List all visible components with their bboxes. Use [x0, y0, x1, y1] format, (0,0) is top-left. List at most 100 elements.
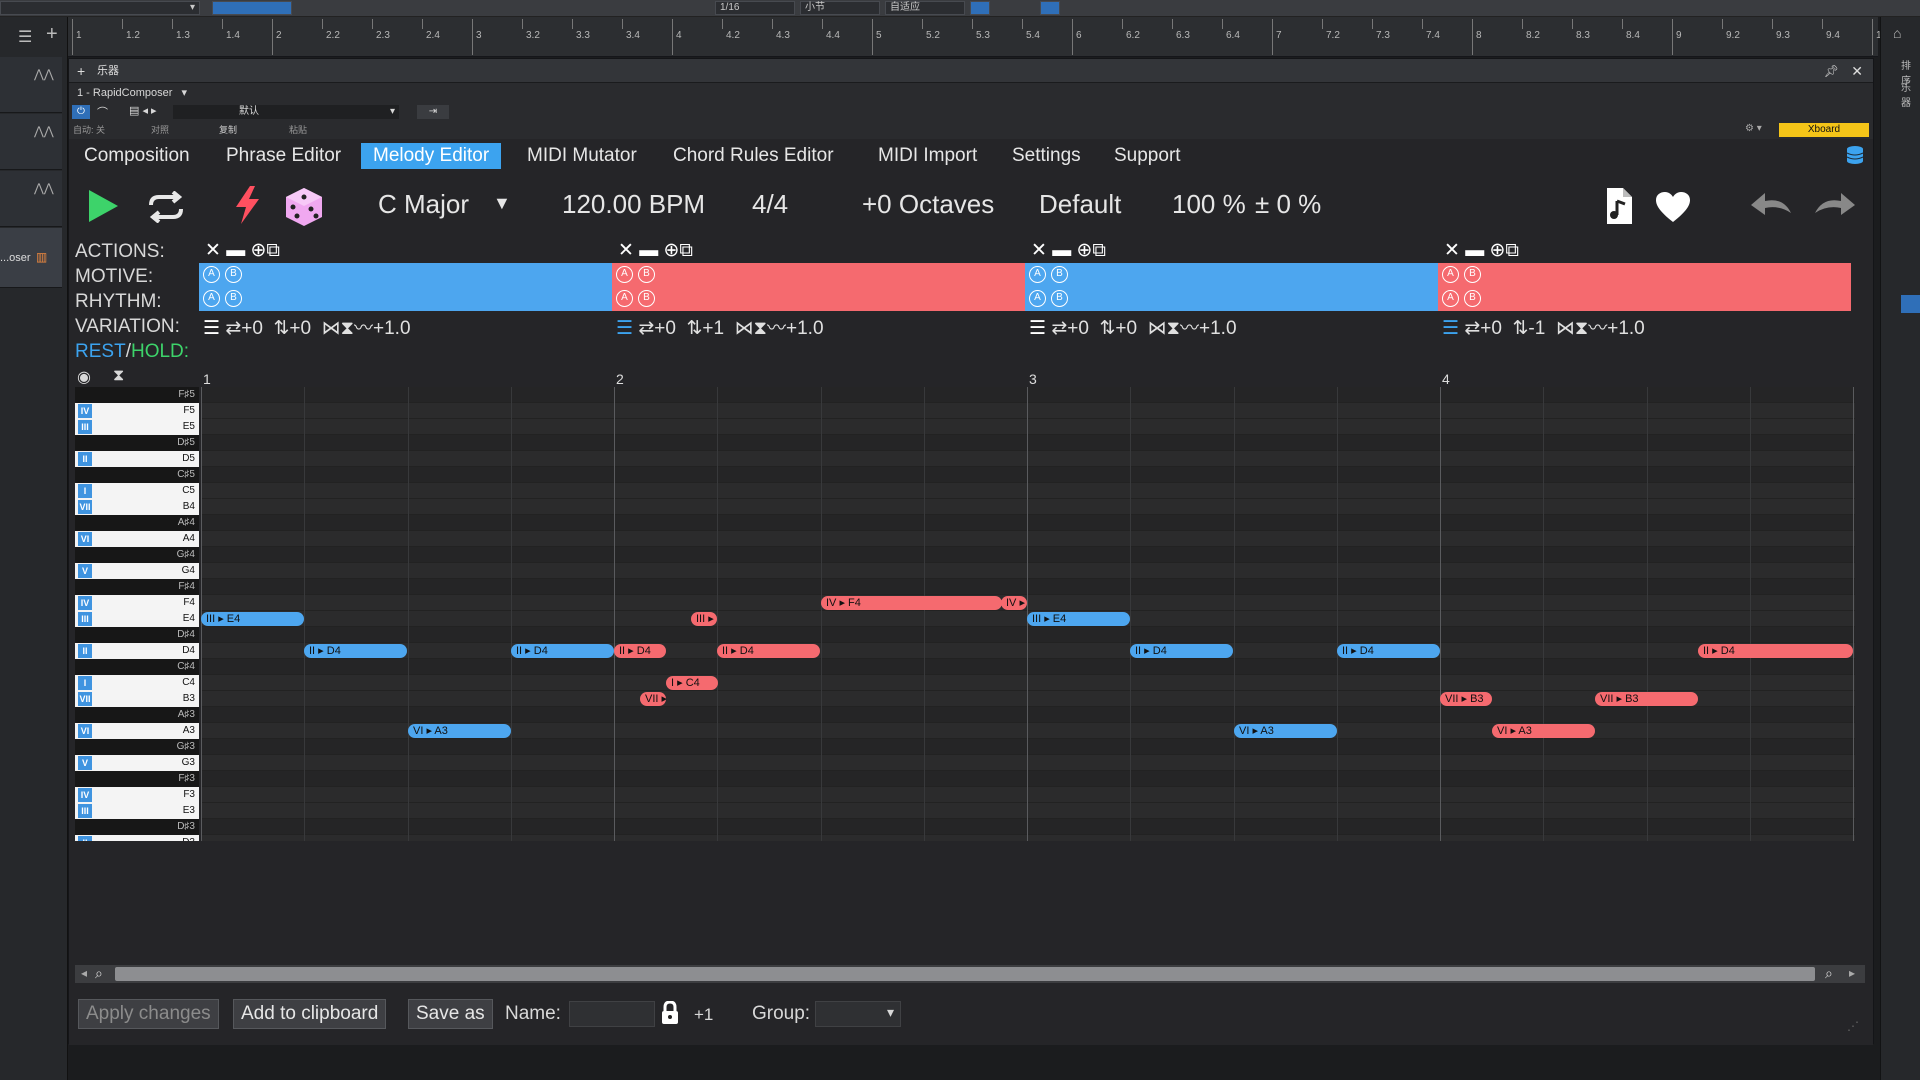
list-icon[interactable]: ☰ [616, 318, 633, 339]
host-toggle[interactable] [1040, 1, 1060, 15]
tab-midi-import[interactable]: MIDI Import [866, 143, 989, 169]
time-signature[interactable]: 4/4 [752, 189, 788, 220]
note[interactable]: VII ▸ [640, 692, 666, 706]
motive-b-button[interactable]: B [638, 266, 655, 283]
heart-icon[interactable] [1655, 191, 1691, 228]
snap-toggle[interactable] [970, 1, 990, 15]
hourglass-icon[interactable]: ⧗ [1575, 318, 1588, 339]
collapse-icon[interactable]: ▬ [639, 240, 658, 261]
invert-icon[interactable]: ⇅ [1512, 318, 1528, 339]
motive-b-button[interactable]: B [225, 266, 242, 283]
tab-melody-editor[interactable]: Melody Editor [361, 143, 502, 169]
scroll-indicator[interactable] [1901, 295, 1920, 313]
delete-icon[interactable]: ✕ [618, 240, 634, 261]
piano-key[interactable]: C♯5 [75, 467, 199, 483]
horizontal-scrollbar[interactable]: ◂ ⌕ ⌕ ▸ [75, 965, 1865, 983]
note-grid[interactable]: III ▸ E4 II ▸ D4 VI ▸ A3 II ▸ D4 II ▸ D4 VII … [201, 387, 1855, 841]
piano-key[interactable]: F♯4 [75, 579, 199, 595]
group-select[interactable]: ▾ [815, 1001, 901, 1027]
motive-b-button[interactable]: B [1051, 266, 1068, 283]
piano-key[interactable]: V G3 [75, 755, 199, 771]
copy-button[interactable]: 复制 [219, 123, 237, 136]
home-icon[interactable]: ⌂ [1893, 25, 1901, 41]
play-icon[interactable] [87, 189, 119, 228]
piano-key[interactable]: G♯3 [75, 739, 199, 755]
track-row[interactable]: ⋀⋀ [0, 114, 62, 170]
delete-icon[interactable]: ✕ [205, 240, 221, 261]
expand-icon[interactable]: 〰 [1588, 318, 1607, 339]
note[interactable]: VII ▸ B3 [1595, 692, 1698, 706]
rhythm-a-button[interactable]: A [1442, 290, 1459, 307]
tab-chord-rules-editor[interactable]: Chord Rules Editor [661, 143, 846, 169]
apply-changes-button[interactable]: Apply changes [78, 999, 219, 1029]
auto-off-button[interactable]: 自动: 关 [73, 123, 105, 136]
piano-key[interactable]: VII B4 [75, 499, 199, 515]
piano-key[interactable]: A♯3 [75, 707, 199, 723]
tab-settings[interactable]: Settings [1000, 143, 1093, 169]
zoom-in-icon[interactable]: ⌕ [1825, 965, 1833, 982]
style-select[interactable]: Default [1039, 189, 1121, 220]
rhythm-a-button[interactable]: A [1029, 290, 1046, 307]
motive-bar[interactable]: AB [1025, 263, 1438, 287]
note[interactable]: IV ▸ F4 [821, 596, 1002, 610]
piano-key[interactable]: D♯3 [75, 819, 199, 835]
piano-key[interactable]: III E5 [75, 419, 199, 435]
piano-key[interactable]: V G4 [75, 563, 199, 579]
piano-key[interactable]: F♯3 [75, 771, 199, 787]
hourglass-icon[interactable]: ⧗ [341, 318, 354, 339]
rhythm-b-button[interactable]: B [638, 290, 655, 307]
lock-icon[interactable] [661, 1000, 679, 1030]
tab-phrase-editor[interactable]: Phrase Editor [214, 143, 353, 169]
motive-bar[interactable]: AB [199, 263, 612, 287]
expand-value[interactable]: +1.0 [786, 318, 824, 339]
transpose-icon[interactable]: ⇄ [1051, 318, 1067, 339]
preset-nav[interactable]: ▤ ◂ ▸ [129, 104, 157, 117]
gear-icon[interactable]: ⚙ ▾ [1745, 123, 1762, 134]
add-to-clipboard-button[interactable]: Add to clipboard [233, 999, 387, 1029]
transpose-icon[interactable]: ⇄ [225, 318, 241, 339]
midi-file-icon[interactable] [1605, 187, 1633, 230]
duplicate-icon[interactable]: ⧉ [1505, 240, 1519, 261]
piano-key[interactable]: II D4 [75, 643, 199, 659]
motive-a-button[interactable]: A [1442, 266, 1459, 283]
note[interactable]: I ▸ C4 [666, 676, 718, 690]
resize-grip-icon[interactable]: ⋰ [1847, 1019, 1865, 1037]
invert-value[interactable]: -1 [1528, 318, 1545, 339]
delete-icon[interactable]: ✕ [1031, 240, 1047, 261]
invert-icon[interactable]: ⇅ [273, 318, 289, 339]
close-icon[interactable]: ✕ [1851, 59, 1863, 83]
duplicate-icon[interactable]: ⧉ [679, 240, 693, 261]
expand-value[interactable]: +1.0 [1199, 318, 1237, 339]
rhythm-a-button[interactable]: A [203, 290, 220, 307]
invert-value[interactable]: +1 [702, 318, 724, 339]
note[interactable]: II ▸ D4 [304, 644, 407, 658]
note[interactable]: III ▸ E4 [1027, 612, 1130, 626]
piano-key[interactable]: I C4 [75, 675, 199, 691]
note[interactable]: II ▸ D4 [1337, 644, 1440, 658]
rhythm-bar[interactable]: AB [199, 287, 612, 311]
xboard-button[interactable]: Xboard [1779, 123, 1869, 137]
note[interactable]: VI ▸ A3 [1234, 724, 1337, 738]
snap-select[interactable]: 自适应 [885, 1, 965, 15]
chevron-down-icon[interactable]: ▼ [493, 193, 511, 214]
add-circle-icon[interactable]: ⊕ [663, 240, 679, 261]
pin-icon[interactable]: 📌︎ [1824, 59, 1839, 83]
note[interactable]: VI ▸ A3 [408, 724, 511, 738]
transpose-icon[interactable]: ⇄ [1464, 318, 1480, 339]
expand-icon[interactable]: 〰 [767, 318, 786, 339]
list-icon[interactable]: ☰ [1442, 318, 1459, 339]
piano-key[interactable]: VI A4 [75, 531, 199, 547]
undo-icon[interactable] [1749, 191, 1793, 222]
note[interactable]: II ▸ D4 [1130, 644, 1233, 658]
collapse-icon[interactable]: ▬ [1052, 240, 1071, 261]
hourglass-icon[interactable]: ⧗ [113, 367, 124, 385]
piano-key[interactable]: II D5 [75, 451, 199, 467]
piano-key[interactable]: C♯4 [75, 659, 199, 675]
invert-value[interactable]: +0 [1115, 318, 1137, 339]
transpose-value[interactable]: +0 [1480, 318, 1502, 339]
humanize-value[interactable]: ± 0 % [1255, 189, 1321, 220]
tempo-value[interactable]: 120.00 BPM [562, 189, 705, 220]
motive-bar[interactable]: AB [1438, 263, 1851, 287]
piano-key[interactable]: III E4 [75, 611, 199, 627]
motive-a-button[interactable]: A [616, 266, 633, 283]
